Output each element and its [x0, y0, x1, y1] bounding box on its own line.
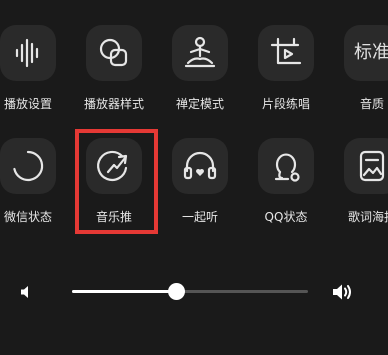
clip-practice-label: 片段练唱	[261, 97, 310, 111]
audio-quality-button[interactable]: 标准	[344, 25, 388, 81]
volume-slider[interactable]	[72, 283, 308, 300]
zen-mode-label: 禅定模式	[175, 97, 224, 111]
volume-slider-thumb[interactable]	[167, 283, 185, 300]
wechat-status-button[interactable]	[0, 138, 56, 194]
player-style-label: 播放器样式	[83, 97, 144, 111]
lyrics-poster-label: 歌词海报	[347, 210, 388, 224]
lyrics-poster-icon	[359, 150, 385, 182]
audio-quality-label: 音质	[359, 97, 384, 111]
headphones-heart-icon	[183, 151, 217, 180]
status-icon	[274, 153, 300, 182]
wechat-status-label: 微信状态	[3, 210, 52, 224]
playback-settings-button[interactable]	[0, 25, 56, 81]
listen-together-button[interactable]	[172, 138, 228, 194]
quality-text-icon: 标准	[354, 42, 388, 63]
player-style-button[interactable]	[86, 25, 142, 81]
clip-practice-button[interactable]	[258, 25, 314, 81]
meditation-icon	[184, 36, 216, 68]
volume-slider-fill	[72, 290, 176, 293]
ring-icon	[13, 150, 44, 182]
clip-play-icon	[270, 37, 302, 65]
listen-together-label: 一起听	[181, 210, 218, 224]
qq-status-button[interactable]	[258, 138, 314, 194]
volume-high-icon	[333, 284, 351, 300]
volume-low-icon	[21, 286, 28, 298]
waveform-icon	[15, 38, 39, 68]
highlight-frame	[75, 129, 158, 234]
overlapping-shapes-icon	[99, 38, 128, 67]
zen-mode-button[interactable]	[172, 25, 228, 81]
lyrics-poster-button[interactable]	[344, 138, 388, 194]
qq-status-label: QQ状态	[264, 210, 308, 224]
playback-settings-label: 播放设置	[3, 97, 52, 111]
